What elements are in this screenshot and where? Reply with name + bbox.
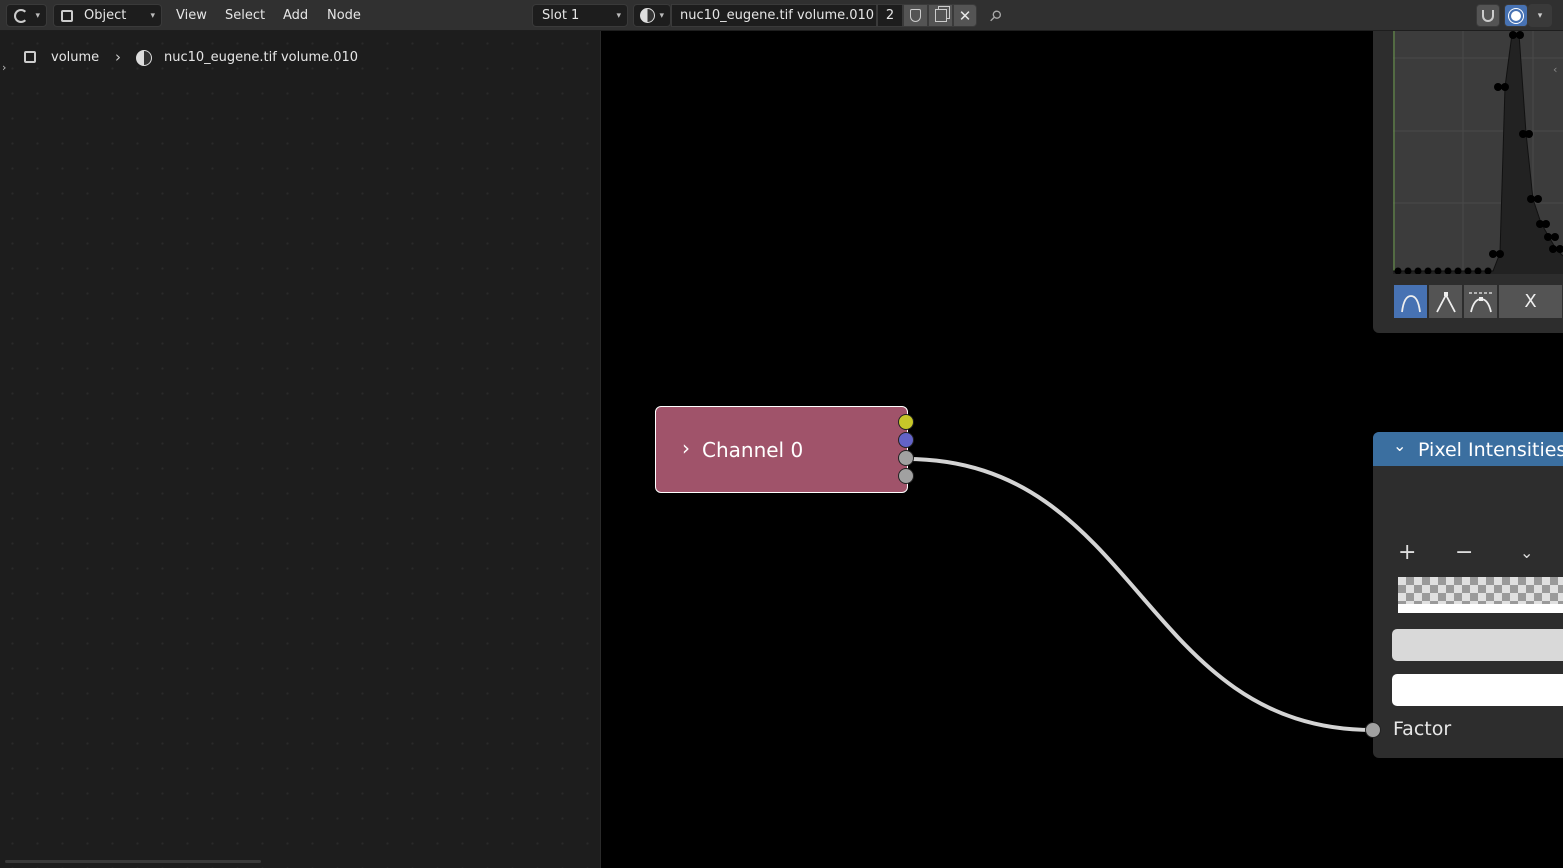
chevron-right-icon[interactable]: ›	[682, 436, 690, 460]
color-stop-field[interactable]	[1392, 629, 1563, 661]
curve-mapping-node: X ‹	[1373, 31, 1563, 333]
mode-label: Object	[84, 8, 127, 23]
magnet-icon	[1482, 9, 1494, 22]
factor-input-label: Factor	[1393, 718, 1452, 740]
chevron-down-icon[interactable]: ⌄	[1393, 436, 1406, 455]
output-socket-gray-2[interactable]	[898, 468, 914, 484]
pin-button[interactable]: ⚲	[984, 5, 1006, 27]
ramp-options-dropdown[interactable]: ⌄	[1520, 543, 1533, 562]
output-socket-yellow[interactable]	[898, 414, 914, 430]
mode-dropdown[interactable]: Object ▾	[53, 4, 162, 27]
output-socket-gray[interactable]	[898, 450, 914, 466]
curve-vector-button[interactable]	[1428, 284, 1463, 319]
chevron-down-icon: ▾	[616, 11, 621, 21]
object-icon	[61, 9, 73, 22]
panel-collapse-arrow[interactable]: ‹	[1553, 63, 1557, 76]
curve-extend-button[interactable]	[1463, 284, 1498, 319]
node-editor-header: ▾ Object ▾ View Select Add Node Slot 1 ▾…	[0, 0, 1563, 31]
menu-select[interactable]: Select	[221, 4, 269, 27]
curve-smooth-button[interactable]	[1393, 284, 1428, 319]
node-editor-icon	[14, 8, 28, 23]
material-sphere-icon	[640, 8, 655, 23]
chevron-down-icon: ⌄	[1520, 543, 1534, 562]
object-icon	[24, 51, 36, 63]
curve-extend-icon	[1468, 291, 1493, 312]
slot-dropdown[interactable]: Slot 1 ▾	[532, 4, 628, 27]
duplicate-icon	[934, 9, 947, 22]
curve-graph[interactable]	[1393, 31, 1563, 274]
breadcrumb-object: volume	[51, 50, 100, 65]
ramp-stop-bar[interactable]	[1398, 604, 1563, 613]
chevron-down-icon: ▾	[1537, 10, 1543, 21]
slot-label: Slot 1	[542, 8, 580, 23]
channel-node-label: Channel 0	[702, 438, 804, 462]
pixel-node-title: Pixel Intensities	[1418, 439, 1563, 461]
chevron-down-icon: ▾	[35, 11, 40, 21]
close-icon: ✕	[958, 6, 972, 25]
channel-node[interactable]: › Channel 0	[655, 406, 908, 493]
pin-icon: ⚲	[984, 5, 1006, 27]
add-stop-button[interactable]: +	[1398, 540, 1416, 565]
material-name-label: nuc10_eugene.tif volume.010	[680, 8, 875, 23]
curve-vector-icon	[1435, 291, 1456, 312]
breadcrumb-material: nuc10_eugene.tif volume.010	[164, 50, 359, 65]
curve-x-button[interactable]: X	[1498, 284, 1563, 319]
chevron-down-icon: ▾	[659, 11, 664, 21]
unlink-material-button[interactable]: ✕	[953, 4, 977, 27]
overlay-icon	[1509, 8, 1523, 23]
curve-smooth-icon	[1400, 294, 1421, 312]
chevron-down-icon: ▾	[150, 11, 155, 21]
shield-icon	[910, 9, 921, 22]
fake-user-button[interactable]	[903, 4, 928, 27]
user-count-label: 2	[885, 8, 895, 23]
curve-plot	[1393, 31, 1563, 274]
material-name-field[interactable]: nuc10_eugene.tif volume.010	[671, 4, 877, 27]
material-sphere-icon	[136, 50, 152, 66]
menu-view[interactable]: View	[172, 4, 211, 27]
sidebar-expand-arrow[interactable]: ›	[2, 61, 6, 74]
overlay-toggle[interactable]	[1504, 4, 1528, 27]
position-field[interactable]	[1392, 674, 1563, 706]
pixel-intensities-node[interactable]: ⌄ Pixel Intensities + − ⌄ Factor	[1373, 432, 1563, 758]
factor-input-socket[interactable]	[1365, 722, 1381, 738]
menu-node[interactable]: Node	[323, 4, 365, 27]
duplicate-material-button[interactable]	[928, 4, 953, 27]
user-count-field[interactable]: 2	[877, 4, 903, 27]
overlay-options-dropdown[interactable]: ▾	[1528, 4, 1552, 27]
breadcrumb-separator-icon: ›	[115, 48, 121, 66]
pixel-node-header[interactable]: ⌄ Pixel Intensities	[1373, 432, 1563, 466]
horizontal-scrollbar[interactable]	[5, 860, 261, 863]
material-browse-button[interactable]: ▾	[633, 4, 671, 27]
curve-x-label: X	[1524, 291, 1537, 312]
color-ramp-preview[interactable]	[1398, 577, 1563, 613]
editor-type-button[interactable]: ▾	[6, 4, 47, 27]
remove-stop-button[interactable]: −	[1455, 540, 1473, 565]
output-socket-purple[interactable]	[898, 432, 914, 448]
snap-toggle[interactable]	[1476, 4, 1500, 27]
left-canvas-area[interactable]: › volume › nuc10_eugene.tif volume.010	[0, 31, 601, 868]
menu-add[interactable]: Add	[279, 4, 312, 27]
